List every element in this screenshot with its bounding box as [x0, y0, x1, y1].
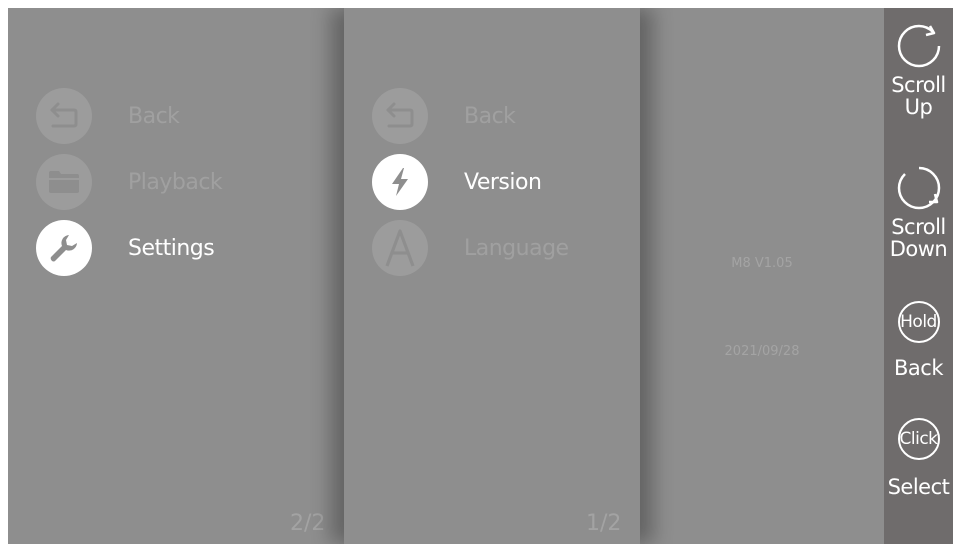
hold-back-hint[interactable]: Hold Back: [884, 301, 953, 379]
menu-item-label: Playback: [128, 169, 223, 195]
page-indicator: 1/2: [586, 511, 622, 536]
menu-item-back[interactable]: Back: [36, 88, 180, 144]
scroll-up-line1: Scroll: [891, 73, 946, 97]
menu-item-label: Back: [464, 103, 516, 129]
menu-item-language[interactable]: Language: [372, 220, 569, 276]
firmware-version: M8 V1.05: [731, 256, 793, 271]
scroll-up-line2: Up: [904, 95, 933, 119]
control-hints-sidebar: Scroll Up Scroll Down Hold Back Click Se…: [884, 8, 953, 544]
back-arrow-icon: [372, 88, 428, 144]
scroll-up-hint[interactable]: Scroll Up: [884, 22, 953, 118]
rotate-clockwise-icon: [897, 24, 940, 68]
device-screen: Back Playback Settings 2/2 Back Version …: [8, 8, 953, 544]
page-indicator: 2/2: [290, 511, 326, 536]
menu-item-label: Language: [464, 235, 569, 261]
back-arrow-icon: [36, 88, 92, 144]
click-select-hint[interactable]: Click Select: [884, 418, 953, 498]
lightning-icon: [372, 154, 428, 210]
menu-item-back[interactable]: Back: [372, 88, 516, 144]
folder-icon: [36, 154, 92, 210]
firmware-date: 2021/09/28: [724, 344, 800, 359]
hold-button-icon: Hold: [897, 301, 940, 343]
scroll-down-line2: Down: [889, 237, 948, 261]
hold-back-label: Back: [894, 356, 943, 380]
click-button-icon: Click: [897, 418, 940, 460]
scroll-down-line1: Scroll: [891, 215, 946, 239]
scroll-down-hint[interactable]: Scroll Down: [884, 164, 953, 260]
rotate-clockwise-icon: [897, 166, 940, 210]
menu-item-playback[interactable]: Playback: [36, 154, 223, 210]
wrench-icon: [36, 220, 92, 276]
menu-item-settings[interactable]: Settings: [36, 220, 215, 276]
main-menu-panel: Back Playback Settings 2/2: [8, 8, 344, 544]
menu-item-label: Version: [464, 169, 542, 195]
letter-a-icon: [372, 220, 428, 276]
version-info-panel: M8 V1.05 2021/09/28: [640, 8, 884, 544]
click-select-label: Select: [887, 475, 950, 499]
menu-item-label: Back: [128, 103, 180, 129]
settings-menu-panel: Back Version Language 1/2: [344, 8, 640, 544]
menu-item-version[interactable]: Version: [372, 154, 542, 210]
menu-item-label: Settings: [128, 235, 215, 261]
